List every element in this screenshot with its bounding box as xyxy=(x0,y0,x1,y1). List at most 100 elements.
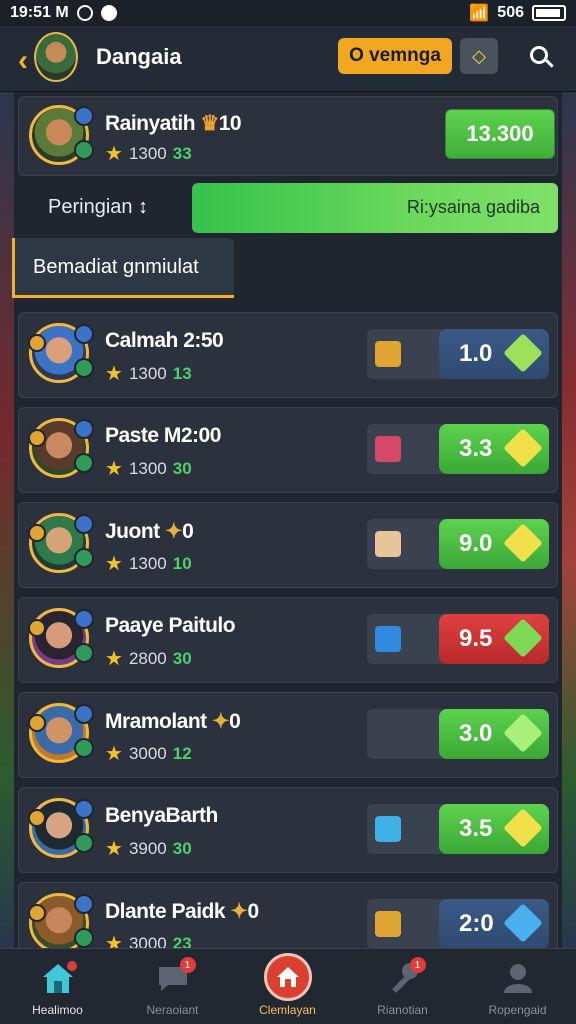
row-avatar[interactable] xyxy=(28,513,94,573)
page-title: Dangaia xyxy=(96,44,182,69)
row-points: 1300 xyxy=(128,363,167,383)
player-name: Rainyatih xyxy=(105,112,196,135)
boost-badge-icon xyxy=(74,609,94,629)
row-points: 1300 xyxy=(128,458,167,478)
level-badge-icon xyxy=(74,358,94,378)
profile-avatar[interactable] xyxy=(34,32,78,82)
row-name: BenyaBarth xyxy=(105,804,218,827)
leaderboard-row[interactable]: Paste M2:00 ★ 1300 30 3.3 xyxy=(18,407,558,493)
boost-badge-icon xyxy=(74,514,94,534)
nav-home[interactable]: Healimoo xyxy=(0,949,115,1024)
row-name-suffix: 0 xyxy=(247,900,260,923)
player-name-line: Rainyatih ♛10 xyxy=(105,111,242,136)
leaderboard-row[interactable]: Mramolant ✦0 ★ 3000 12 3.0 xyxy=(18,692,558,778)
item-cube-icon xyxy=(375,436,401,462)
player-name-suffix: 10 xyxy=(218,112,242,135)
leaderboard-row[interactable]: Paaye Paitulo ★ 2800 30 9.5 xyxy=(18,597,558,683)
status-bar: 19:51 M 📶 506 xyxy=(0,0,576,26)
value-button[interactable]: 3.0 xyxy=(439,709,549,759)
item-cube-icon xyxy=(375,911,401,937)
row-name-line: Dlante Paidk ✦0 xyxy=(105,899,259,924)
chat-icon: 1 xyxy=(154,957,196,997)
row-avatar[interactable] xyxy=(28,798,94,858)
leaderboard-row[interactable]: Calmah 2:50 ★ 1300 13 1.0 xyxy=(18,312,558,398)
sort-icon[interactable]: ↕ xyxy=(138,196,148,218)
rank-badge-icon xyxy=(28,809,46,827)
nav-center[interactable]: Clemlayan xyxy=(230,949,345,1024)
gem-icon xyxy=(503,713,543,753)
progress-label-text: Peringian xyxy=(48,196,133,218)
star-icon: ★ xyxy=(105,648,123,670)
row-avatar[interactable] xyxy=(28,608,94,668)
section-tab[interactable]: Bemadiat gnmiulat xyxy=(12,238,234,298)
level-badge-icon xyxy=(74,928,94,948)
background-left-stadium xyxy=(0,90,14,950)
leaderboard-row[interactable]: Juont ✦0 ★ 1300 10 9.0 xyxy=(18,502,558,588)
back-chevron-icon[interactable]: ‹ xyxy=(18,44,28,78)
nav-center-label: Clemlayan xyxy=(259,1003,316,1017)
row-name: Calmah 2:50 xyxy=(105,329,224,352)
row-stats: ★ 3000 12 xyxy=(105,741,192,766)
rank-badge-icon xyxy=(28,334,46,352)
value-button[interactable]: 9.5 xyxy=(439,614,549,664)
app-header: ‹ Dangaia O vemnga ◇ xyxy=(0,26,576,92)
value-button[interactable]: 9.0 xyxy=(439,519,549,569)
row-value: 9.0 xyxy=(459,530,493,557)
star-icon: ★ xyxy=(105,363,123,385)
row-trophy-icon: ✦ xyxy=(230,900,248,923)
sync-icon xyxy=(76,5,93,21)
progress-bar: Ri:ysaina gadiba xyxy=(192,183,558,233)
diamond-icon[interactable]: ◇ xyxy=(460,38,498,74)
row-value: 9.5 xyxy=(459,625,493,652)
row-avatar[interactable] xyxy=(28,703,94,763)
row-name: Dlante Paidk xyxy=(105,900,226,923)
boost-badge-icon xyxy=(74,324,94,344)
row-avatar[interactable] xyxy=(28,323,94,383)
star-icon: ★ xyxy=(105,143,123,165)
value-button[interactable]: 2:0 xyxy=(439,899,549,949)
rank-badge-icon xyxy=(28,429,46,447)
row-points: 1300 xyxy=(128,553,167,573)
row-level: 13 xyxy=(172,363,192,383)
leaderboard-row[interactable]: BenyaBarth ★ 3900 30 3.5 xyxy=(18,787,558,873)
star-icon: ★ xyxy=(105,838,123,860)
row-avatar[interactable] xyxy=(28,418,94,478)
boost-badge-icon xyxy=(74,799,94,819)
item-cube-icon xyxy=(375,721,401,747)
row-stats: ★ 1300 13 xyxy=(105,361,192,386)
star-icon: ★ xyxy=(105,553,123,575)
rank-badge-icon xyxy=(28,619,46,637)
nav-tools[interactable]: 1 Rianotian xyxy=(345,949,460,1024)
notification-dot xyxy=(66,961,77,971)
nav-home-label: Healimoo xyxy=(32,1003,83,1017)
row-stats: ★ 1300 10 xyxy=(105,551,192,576)
row-name: Paste M2:00 xyxy=(105,424,221,447)
currency-button[interactable]: O vemnga xyxy=(338,38,452,74)
player-avatar[interactable] xyxy=(29,105,94,165)
balance-button[interactable]: 13.300 xyxy=(445,109,555,159)
gem-icon xyxy=(503,808,543,848)
value-button[interactable]: 3.3 xyxy=(439,424,549,474)
home-icon xyxy=(39,959,77,997)
level-badge-icon xyxy=(74,833,94,853)
battery-icon xyxy=(532,5,566,21)
row-value: 2:0 xyxy=(459,910,494,937)
profile-icon xyxy=(499,959,537,997)
row-value: 3.5 xyxy=(459,815,493,842)
player-level: 33 xyxy=(172,143,192,163)
row-value: 3.3 xyxy=(459,435,493,462)
search-icon[interactable] xyxy=(526,42,556,72)
item-cube-icon xyxy=(375,531,401,557)
row-avatar[interactable] xyxy=(28,893,94,953)
row-value: 1.0 xyxy=(459,340,493,367)
nav-chat[interactable]: 1 Neraoiant xyxy=(115,949,230,1024)
chat-badge: 1 xyxy=(179,957,196,973)
row-stats: ★ 2800 30 xyxy=(105,646,192,671)
player-stats: ★ 1300 33 xyxy=(105,141,192,166)
level-badge-icon xyxy=(74,548,94,568)
row-level: 10 xyxy=(172,553,192,573)
value-button[interactable]: 1.0 xyxy=(439,329,549,379)
row-name: Paaye Paitulo xyxy=(105,614,236,637)
nav-profile[interactable]: Ropengaid xyxy=(460,949,575,1024)
value-button[interactable]: 3.5 xyxy=(439,804,549,854)
